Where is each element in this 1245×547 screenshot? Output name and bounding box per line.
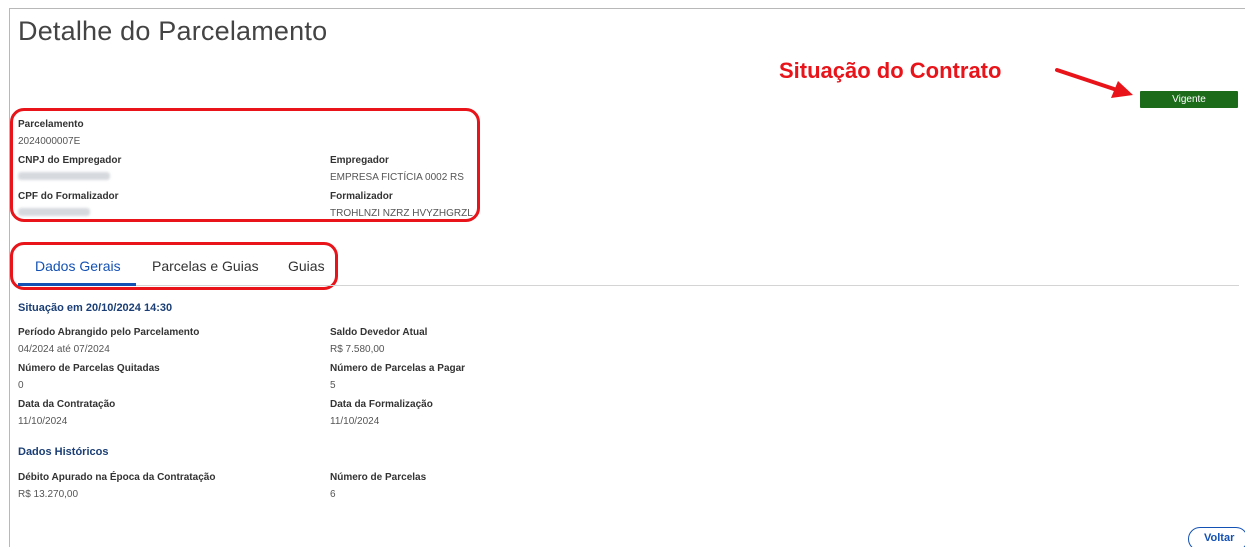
formalizador-label: Formalizador [330, 191, 393, 202]
status-badge: Vigente [1140, 91, 1238, 108]
parcelamento-value: 2024000007E [18, 136, 81, 147]
data-contratacao-label: Data da Contratação [18, 399, 116, 410]
page-frame: Detalhe do Parcelamento Situação do Cont… [0, 0, 1245, 547]
page-title: Detalhe do Parcelamento [18, 16, 328, 46]
annotation-label: Situação do Contrato [779, 58, 1002, 83]
numero-parcelas-label: Número de Parcelas [330, 472, 427, 483]
debito-apurado-value: R$ 13.270,00 [18, 489, 79, 500]
frame-border-top [9, 8, 1245, 9]
tabs-divider [18, 285, 1239, 286]
parcelas-a-pagar-value: 5 [330, 380, 336, 391]
tab-dados-gerais[interactable]: Dados Gerais [35, 258, 121, 274]
annotation-arrow-icon [1055, 68, 1133, 98]
formalizador-value: TROHLNZI NZRZ HVYZHGRZL [330, 208, 473, 219]
periodo-value: 04/2024 até 07/2024 [18, 344, 110, 355]
parcelas-quitadas-label: Número de Parcelas Quitadas [18, 363, 160, 374]
empregador-value: EMPRESA FICTÍCIA 0002 RS [330, 172, 464, 183]
data-formalizacao-value: 11/10/2024 [330, 416, 380, 427]
debito-apurado-label: Débito Apurado na Época da Contratação [18, 472, 216, 483]
tab-guias[interactable]: Guias [288, 258, 325, 274]
numero-parcelas-value: 6 [330, 489, 336, 500]
cpf-value-redacted [18, 208, 90, 216]
periodo-label: Período Abrangido pelo Parcelamento [18, 327, 200, 338]
situacao-section-title: Situação em 20/10/2024 14:30 [18, 302, 173, 314]
parcelas-a-pagar-label: Número de Parcelas a Pagar [330, 363, 466, 374]
empregador-label: Empregador [330, 155, 389, 166]
parcelamento-label: Parcelamento [18, 119, 84, 130]
cpf-label: CPF do Formalizador [18, 191, 119, 202]
tab-parcelas-e-guias[interactable]: Parcelas e Guias [152, 258, 259, 274]
data-contratacao-value: 11/10/2024 [18, 416, 68, 427]
parcelas-quitadas-value: 0 [18, 380, 24, 391]
voltar-button[interactable]: Voltar [1188, 527, 1245, 547]
active-tab-indicator [18, 283, 136, 286]
saldo-label: Saldo Devedor Atual [330, 327, 428, 338]
data-formalizacao-label: Data da Formalização [330, 399, 433, 410]
cnpj-value-redacted [18, 172, 110, 180]
cnpj-label: CNPJ do Empregador [18, 155, 122, 166]
historicos-section-title: Dados Históricos [18, 446, 109, 458]
saldo-value: R$ 7.580,00 [330, 344, 385, 355]
